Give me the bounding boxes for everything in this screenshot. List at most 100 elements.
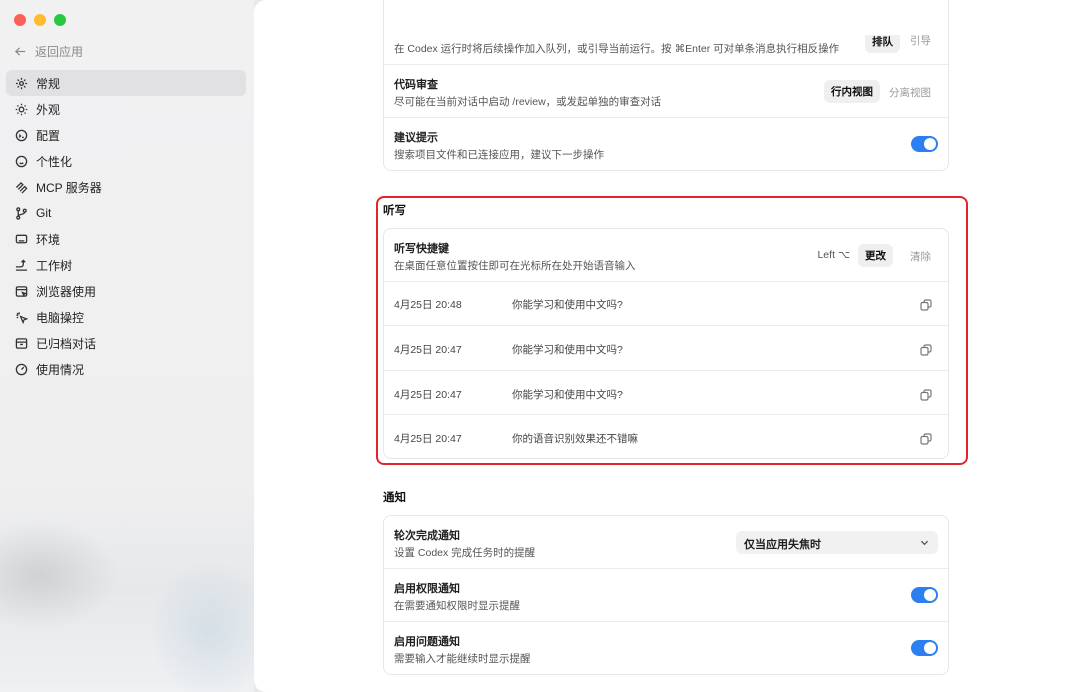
back-to-app-button[interactable]: 返回应用 [14, 42, 83, 60]
archive-icon [15, 337, 28, 349]
dictation-card: 听写快捷键 在桌面任意位置按住即可在光标所在处开始语音输入 Left ⌥ 更改 … [383, 228, 949, 459]
code-review-row: 代码审查 尽可能在当前对话中启动 /review，或发起单独的审查对话 行内视图… [384, 65, 948, 118]
sidebar-item-label: 电脑操控 [36, 310, 85, 325]
history-date: 4月25日 20:47 [394, 389, 462, 401]
sidebar-item-general[interactable]: 常规 [6, 70, 246, 96]
shortcut-key-label: Left ⌥ [817, 249, 850, 261]
sidebar-item-label: 个性化 [36, 154, 73, 169]
sidebar-item-label: 配置 [36, 128, 61, 143]
dictation-section-title: 听写 [383, 205, 406, 217]
sidebar-item-mcp[interactable]: MCP 服务器 [6, 174, 246, 200]
queue-option-button[interactable]: 排队 [865, 35, 900, 53]
window-controls [14, 14, 66, 26]
sidebar: 返回应用 常规 外观 配置 个性化 MCP 服务器 Git 环境 工作树 浏览器… [0, 0, 270, 692]
copy-icon[interactable] [920, 388, 932, 401]
sidebar-item-label: 外观 [36, 102, 61, 117]
config-icon [15, 129, 28, 141]
turn-complete-row: 轮次完成通知 设置 Codex 完成任务时的提醒 仅当应用失焦时 [384, 516, 948, 569]
dictation-history-item: 4月25日 20:47 你的语音识别效果还不错嘛 [384, 415, 948, 459]
browser-icon [15, 285, 28, 297]
suggestions-toggle[interactable] [911, 136, 938, 152]
notifications-section-title: 通知 [383, 492, 406, 504]
turn-complete-select-value: 仅当应用失焦时 [744, 539, 821, 551]
monitor-icon [15, 234, 28, 243]
settings-content: 排队 引导 在 Codex 运行时将后续操作加入队列，或引导当前运行。按 ⌘En… [254, 0, 1080, 692]
gauge-icon [15, 363, 28, 375]
mcp-icon [15, 181, 28, 194]
sidebar-item-label: 环境 [36, 232, 61, 247]
history-text: 你能学习和使用中文吗? [512, 389, 623, 401]
sidebar-item-personalize[interactable]: 个性化 [6, 148, 246, 174]
gear-icon [15, 77, 28, 89]
copy-icon[interactable] [920, 343, 932, 356]
sidebar-item-browser[interactable]: 浏览器使用 [6, 278, 246, 304]
dictation-history-item: 4月25日 20:47 你能学习和使用中文吗? [384, 371, 948, 415]
sidebar-item-worktree[interactable]: 工作树 [6, 252, 246, 278]
permission-notify-toggle[interactable] [911, 587, 938, 603]
issue-notify-title: 启用问题通知 [394, 636, 460, 648]
dictation-history-item: 4月25日 20:48 你能学习和使用中文吗? [384, 282, 948, 326]
queue-mode-description: 在 Codex 运行时将后续操作加入队列，或引导当前运行。按 ⌘Enter 可对… [394, 43, 840, 55]
notifications-card: 轮次完成通知 设置 Codex 完成任务时的提醒 仅当应用失焦时 启用权限通知 … [383, 515, 949, 675]
git-branch-icon [16, 206, 27, 220]
chevron-down-icon [920, 540, 929, 546]
turn-complete-select[interactable]: 仅当应用失焦时 [736, 531, 938, 554]
sidebar-item-label: Git [36, 206, 52, 220]
split-view-button[interactable]: 分离视图 [889, 85, 931, 100]
dictation-shortcut-title: 听写快捷键 [394, 243, 449, 255]
queue-mode-row: 排队 引导 在 Codex 运行时将后续操作加入队列，或引导当前运行。按 ⌘En… [384, 0, 948, 65]
permission-notify-row: 启用权限通知 在需要通知权限时显示提醒 [384, 569, 948, 622]
suggestions-description: 搜索项目文件和已连接应用，建议下一步操作 [394, 149, 604, 161]
general-settings-card: 排队 引导 在 Codex 运行时将后续操作加入队列，或引导当前运行。按 ⌘En… [383, 0, 949, 171]
history-text: 你能学习和使用中文吗? [512, 299, 623, 311]
change-shortcut-button[interactable]: 更改 [858, 244, 893, 267]
dictation-history-item: 4月25日 20:47 你能学习和使用中文吗? [384, 326, 948, 371]
zoom-window-button[interactable] [54, 14, 66, 26]
history-text: 你能学习和使用中文吗? [512, 344, 623, 356]
clear-shortcut-button[interactable]: 清除 [910, 249, 931, 264]
history-text: 你的语音识别效果还不错嘛 [512, 433, 638, 445]
permission-notify-title: 启用权限通知 [394, 583, 460, 595]
turn-complete-title: 轮次完成通知 [394, 530, 460, 542]
suggestions-title: 建议提示 [394, 132, 438, 144]
issue-notify-description: 需要输入才能继续时显示提醒 [394, 653, 531, 665]
sidebar-item-computer-control[interactable]: 电脑操控 [6, 304, 246, 330]
sidebar-item-usage[interactable]: 使用情况 [6, 356, 246, 382]
pointer-icon [16, 311, 28, 324]
dictation-shortcut-description: 在桌面任意位置按住即可在光标所在处开始语音输入 [394, 260, 636, 272]
personalize-icon [15, 155, 28, 167]
sidebar-item-label: 常规 [36, 76, 61, 91]
arrow-left-icon [15, 46, 26, 56]
issue-notify-row: 启用问题通知 需要输入才能继续时显示提醒 [384, 622, 948, 674]
sidebar-item-label: MCP 服务器 [36, 180, 102, 195]
code-review-title: 代码审查 [394, 79, 438, 91]
sun-icon [15, 103, 28, 115]
history-date: 4月25日 20:47 [394, 344, 462, 356]
settings-nav: 常规 外观 配置 个性化 MCP 服务器 Git 环境 工作树 浏览器使用 电脑… [6, 70, 246, 382]
sidebar-item-environment[interactable]: 环境 [6, 226, 246, 252]
suggestions-row: 建议提示 搜索项目文件和已连接应用，建议下一步操作 [384, 118, 948, 171]
history-date: 4月25日 20:47 [394, 433, 462, 445]
sidebar-item-appearance[interactable]: 外观 [6, 96, 246, 122]
issue-notify-toggle[interactable] [911, 640, 938, 656]
back-label: 返回应用 [35, 44, 84, 59]
sidebar-blur-decoration [150, 560, 270, 692]
turn-complete-description: 设置 Codex 完成任务时的提醒 [394, 547, 536, 559]
copy-icon[interactable] [920, 298, 932, 311]
sidebar-item-label: 工作树 [36, 258, 73, 273]
steer-option-button[interactable]: 引导 [910, 35, 931, 48]
permission-notify-description: 在需要通知权限时显示提醒 [394, 600, 520, 612]
code-review-description: 尽可能在当前对话中启动 /review，或发起单独的审查对话 [394, 96, 662, 108]
worktree-icon [15, 258, 28, 271]
sidebar-item-label: 已归档对话 [36, 336, 97, 351]
sidebar-item-archived[interactable]: 已归档对话 [6, 330, 246, 356]
sidebar-item-git[interactable]: Git [6, 200, 246, 226]
dictation-shortcut-row: 听写快捷键 在桌面任意位置按住即可在光标所在处开始语音输入 Left ⌥ 更改 … [384, 229, 948, 282]
minimize-window-button[interactable] [34, 14, 46, 26]
history-date: 4月25日 20:48 [394, 299, 462, 311]
sidebar-item-label: 使用情况 [36, 362, 85, 377]
inline-view-button[interactable]: 行内视图 [824, 80, 880, 103]
sidebar-item-config[interactable]: 配置 [6, 122, 246, 148]
close-window-button[interactable] [14, 14, 26, 26]
copy-icon[interactable] [920, 432, 932, 445]
